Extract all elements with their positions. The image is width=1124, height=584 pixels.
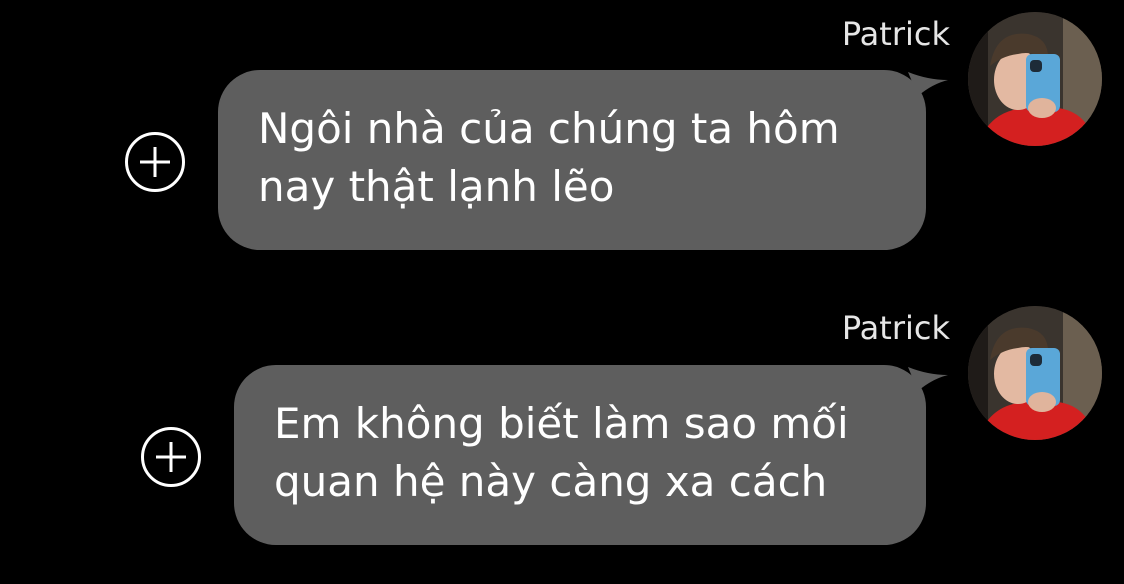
user-photo-avatar (968, 12, 1102, 146)
bubble-tail (908, 72, 948, 96)
add-reaction-plus-icon[interactable] (125, 132, 185, 192)
message-line: quan hệ này càng xa cách (274, 457, 828, 506)
message-line: Ngôi nhà của chúng ta hôm (258, 104, 840, 153)
avatar[interactable] (968, 306, 1102, 440)
avatar[interactable] (968, 12, 1102, 146)
sender-name: Patrick (841, 309, 950, 347)
user-photo-avatar (968, 306, 1102, 440)
message-bubble[interactable]: Ngôi nhà của chúng ta hôm nay thật lạnh … (218, 70, 926, 250)
sender-name: Patrick (841, 15, 950, 53)
message-line: Em không biết làm sao mối (274, 399, 849, 448)
bubble-tail (908, 367, 948, 391)
add-reaction-plus-icon[interactable] (141, 427, 201, 487)
message-line: nay thật lạnh lẽo (258, 162, 615, 211)
message-bubble[interactable]: Em không biết làm sao mối quan hệ này cà… (234, 365, 926, 545)
